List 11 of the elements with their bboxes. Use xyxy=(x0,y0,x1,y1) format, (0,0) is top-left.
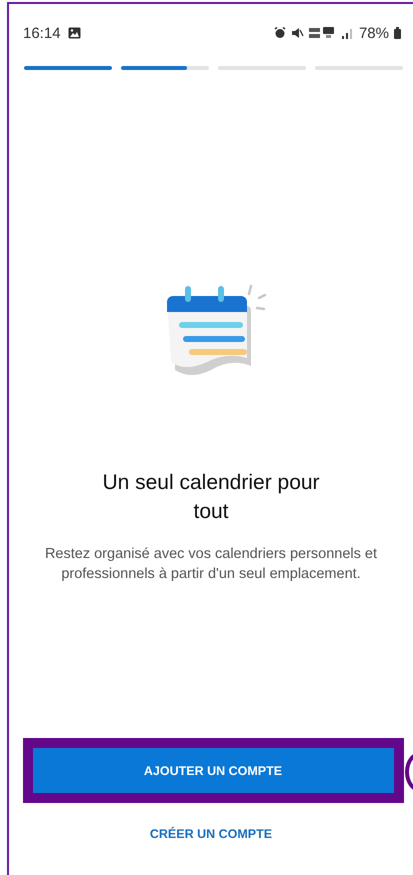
alarm-icon xyxy=(274,27,286,39)
add-account-button[interactable]: AJOUTER UN COMPTE xyxy=(32,748,394,793)
create-account-link[interactable]: CRÉER UN COMPTE xyxy=(142,823,280,845)
battery-percentage: 78% xyxy=(358,24,389,42)
battery-icon xyxy=(394,27,401,39)
page-title: Un seul calendrier pour tout xyxy=(101,470,321,525)
mute-icon xyxy=(290,27,304,39)
status-time: 16:14 xyxy=(23,24,61,42)
image-icon xyxy=(68,27,81,39)
description-text: Restez organisé avec vos calendriers personnels et professionnels à partir d'un seul emplacement. xyxy=(44,545,378,584)
signal-icon xyxy=(342,27,354,39)
